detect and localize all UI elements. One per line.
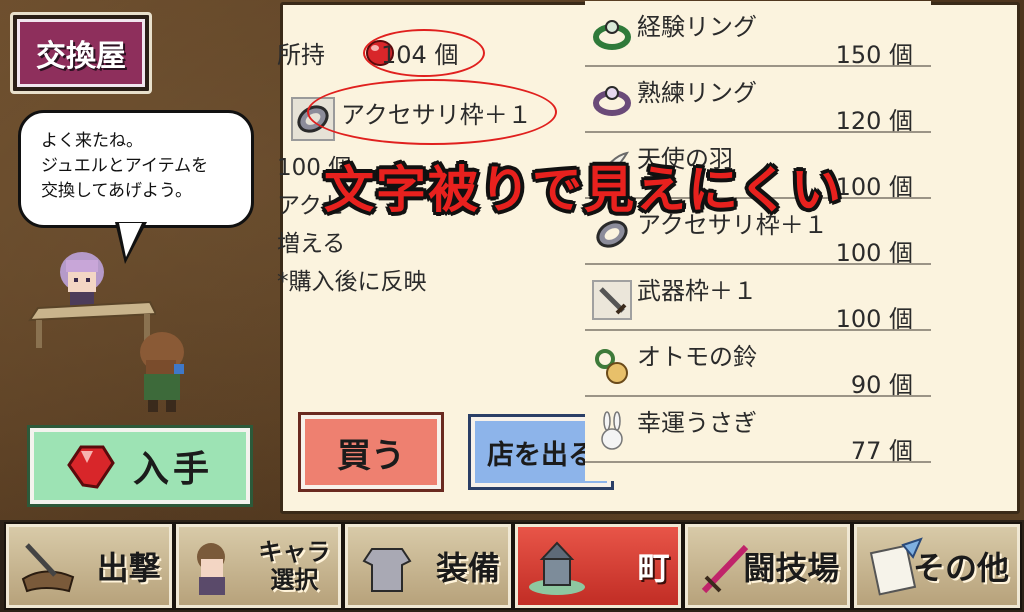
list-item[interactable]: 経験リング 150 個	[585, 1, 931, 69]
speech-bubble-tail-fill	[119, 223, 142, 257]
buy-button[interactable]: 買う	[298, 412, 444, 492]
nav-label-line: 選択	[270, 566, 319, 594]
item-name: アクセサリ枠＋１	[637, 211, 828, 239]
armor-icon	[362, 548, 412, 592]
nav-arena[interactable]: 闘技場	[682, 522, 853, 610]
bottom-nav: 出撃 キャラ 選択 装備 町 闘技場 その他	[0, 520, 1024, 612]
highlight-circle	[363, 29, 485, 77]
game-scene: 交換屋 よく来たね。 ジュエルとアイテムを 交換してあげよう。 入手 所持 10…	[0, 0, 1024, 612]
rabbit-icon	[601, 411, 623, 450]
nav-equipment[interactable]: 装備	[343, 522, 514, 610]
item-name: 幸運うさぎ	[637, 409, 757, 437]
shop-title: 交換屋	[17, 19, 145, 87]
highlight-circle	[307, 79, 557, 145]
item-price: 120 個	[835, 107, 913, 135]
item-description: 100 個 アクセ 増える *購入後に反映	[277, 149, 577, 301]
shop-sign: 交換屋	[10, 12, 152, 94]
item-name: 武器枠＋１	[637, 277, 757, 305]
list-item[interactable]: 天使の羽 100 個	[585, 133, 931, 201]
dialog-line: よく来たね。	[41, 131, 143, 151]
item-list[interactable]: 経験リング 150 個 熟練リング 120 個 天使の羽 100 個 アクセサリ…	[585, 1, 931, 481]
sword-icon	[592, 280, 632, 320]
description-line: *購入後に反映	[277, 269, 427, 295]
item-name: 熟練リング	[637, 79, 757, 107]
nav-character-select[interactable]: キャラ 選択	[173, 522, 344, 610]
scroll-icon	[870, 537, 924, 596]
player-sprite	[140, 332, 184, 412]
ring-icon	[593, 86, 631, 116]
list-item[interactable]: 幸運うさぎ 77 個	[585, 397, 931, 465]
list-item[interactable]: オトモの鈴 90 個	[585, 331, 931, 399]
item-name: 経験リング	[637, 13, 757, 41]
obtain-button-label: 入手	[132, 449, 213, 490]
obtain-jewel-button[interactable]: 入手	[27, 425, 253, 507]
ring-icon	[593, 20, 631, 50]
item-price: 100 個	[835, 239, 913, 267]
nav-sortie[interactable]: 出撃	[4, 522, 174, 610]
character-icon	[196, 543, 225, 595]
item-name: オトモの鈴	[637, 343, 757, 371]
item-name: 天使の羽	[637, 145, 733, 173]
nav-label: 出撃	[96, 549, 161, 587]
shop-panel: 所持 104 個 アクセサリ枠＋１ 100 個 アクセ 増える *購入後に反映	[277, 1, 1020, 514]
list-item[interactable]: 武器枠＋１ 100 個	[585, 265, 931, 333]
nav-label: 装備	[436, 549, 501, 587]
nav-label-line: キャラ	[258, 538, 331, 566]
item-price: 100 個	[835, 305, 913, 333]
nav-label: 町	[637, 549, 670, 587]
item-detail: 所持 104 個 アクセサリ枠＋１ 100 個 アクセ 増える *購入後に反映	[277, 5, 614, 511]
description-line: アクセ	[277, 193, 345, 219]
accessory-slot-icon	[596, 220, 628, 248]
jewel-icon	[67, 445, 115, 489]
nav-label: キャラ 選択	[258, 538, 330, 594]
nav-other[interactable]: その他	[852, 522, 1023, 610]
item-price: 100 個	[835, 173, 913, 201]
item-price: 90 個	[850, 371, 913, 399]
feather-icon	[597, 151, 630, 184]
owned-label: 所持	[277, 41, 325, 69]
list-item[interactable]: アクセサリ枠＋１ 100 個	[585, 199, 931, 267]
dialog-line: ジュエルとアイテムを	[41, 156, 209, 176]
sword-arena-icon	[701, 544, 748, 594]
dialog-line: 交換してあげよう。	[41, 181, 192, 201]
description-line: 100 個	[277, 155, 352, 181]
nav-town[interactable]: 町	[513, 522, 683, 610]
list-item[interactable]: 熟練リング 120 個	[585, 67, 931, 135]
item-price: 77 個	[850, 437, 913, 465]
description-line: 増える	[277, 231, 346, 257]
bell-icon	[595, 349, 628, 384]
speech-bubble: よく来たね。 ジュエルとアイテムを 交換してあげよう。	[18, 110, 254, 228]
item-price: 150 個	[835, 41, 913, 69]
sortie-icon	[21, 543, 75, 593]
town-icon	[529, 541, 586, 595]
